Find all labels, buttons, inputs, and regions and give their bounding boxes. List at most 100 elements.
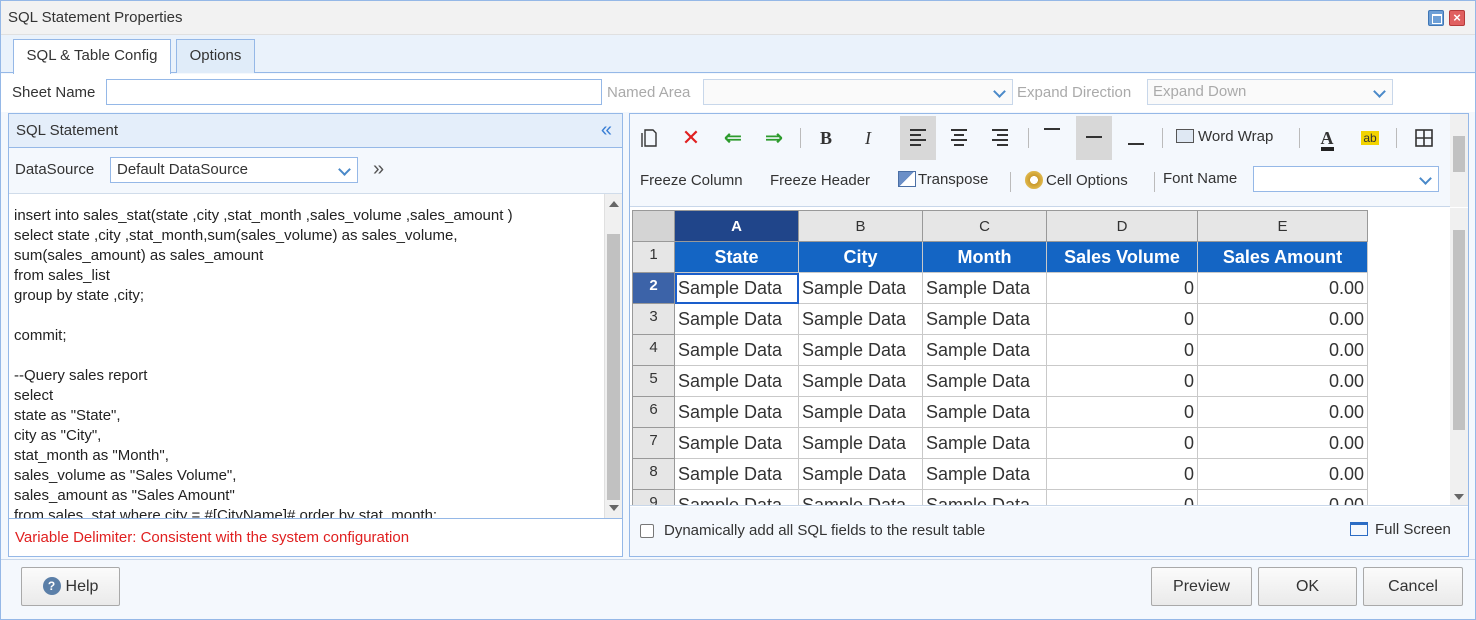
data-cell[interactable]: 0.00 — [1197, 334, 1368, 366]
expand-direction-select[interactable]: Expand Down — [1147, 79, 1393, 105]
expand-right-icon[interactable]: » — [373, 158, 384, 181]
data-cell[interactable]: 0 — [1046, 489, 1198, 505]
column-header-c[interactable]: C — [922, 210, 1047, 242]
scroll-thumb[interactable] — [607, 234, 620, 500]
fill-color-icon[interactable]: ab — [1352, 116, 1388, 160]
dynamic-fields-label[interactable]: Dynamically add all SQL fields to the re… — [664, 522, 985, 539]
data-cell[interactable]: Sample Data — [922, 334, 1047, 366]
font-name-select[interactable] — [1253, 166, 1439, 192]
row-header[interactable]: 5 — [632, 365, 675, 397]
dynamic-fields-checkbox[interactable] — [640, 524, 654, 538]
preview-button[interactable]: Preview — [1151, 567, 1252, 606]
sql-scrollbar[interactable] — [604, 194, 622, 518]
data-cell[interactable]: 0 — [1046, 365, 1198, 397]
maximize-icon[interactable] — [1428, 10, 1444, 26]
named-area-select[interactable] — [703, 79, 1013, 105]
data-cell[interactable]: 0.00 — [1197, 365, 1368, 397]
data-cell[interactable]: 0.00 — [1197, 458, 1368, 490]
arrow-left-icon[interactable]: ⇐ — [715, 116, 751, 160]
data-cell[interactable]: 0 — [1046, 427, 1198, 459]
header-cell[interactable]: Month — [922, 241, 1047, 273]
data-cell[interactable]: Sample Data — [922, 396, 1047, 428]
data-cell[interactable]: 0.00 — [1197, 272, 1368, 304]
data-cell[interactable]: Sample Data — [798, 334, 923, 366]
row-header[interactable]: 1 — [632, 241, 675, 273]
valign-middle-icon[interactable] — [1076, 116, 1112, 160]
sql-editor[interactable]: insert into sales_stat(state ,city ,stat… — [9, 194, 622, 519]
toolbar-scrollbar[interactable] — [1450, 114, 1468, 207]
border-icon[interactable] — [1406, 116, 1442, 160]
data-cell[interactable]: Sample Data — [674, 334, 799, 366]
data-cell[interactable]: Sample Data — [798, 427, 923, 459]
row-header[interactable]: 8 — [632, 458, 675, 490]
arrow-right-icon[interactable]: ⇒ — [756, 116, 792, 160]
tab-options[interactable]: Options — [176, 39, 255, 73]
align-center-icon[interactable] — [941, 116, 977, 160]
scroll-down-icon[interactable] — [609, 505, 619, 511]
data-cell[interactable]: Sample Data — [798, 365, 923, 397]
row-header[interactable]: 3 — [632, 303, 675, 335]
insert-icon[interactable] — [632, 116, 668, 160]
data-cell[interactable]: 0 — [1046, 396, 1198, 428]
valign-bottom-icon[interactable] — [1118, 116, 1154, 160]
column-header-d[interactable]: D — [1046, 210, 1198, 242]
word-wrap-button[interactable]: Word Wrap — [1176, 128, 1273, 145]
tab-sql-table-config[interactable]: SQL & Table Config — [13, 39, 171, 74]
data-cell[interactable]: Sample Data — [922, 427, 1047, 459]
full-screen-button[interactable]: Full Screen — [1350, 521, 1451, 538]
data-cell[interactable]: Sample Data — [674, 458, 799, 490]
column-header-b[interactable]: B — [798, 210, 923, 242]
row-header[interactable]: 9 — [632, 489, 675, 505]
row-header[interactable]: 6 — [632, 396, 675, 428]
data-cell[interactable]: Sample Data — [674, 272, 799, 304]
data-cell[interactable]: Sample Data — [922, 272, 1047, 304]
ok-button[interactable]: OK — [1258, 567, 1357, 606]
data-cell[interactable]: Sample Data — [798, 303, 923, 335]
scroll-thumb[interactable] — [1453, 136, 1465, 172]
bold-icon[interactable]: B — [808, 116, 844, 160]
cell-options-button[interactable]: Cell Options — [1025, 171, 1128, 189]
row-header[interactable]: 7 — [632, 427, 675, 459]
sql-text[interactable]: insert into sales_stat(state ,city ,stat… — [14, 194, 513, 518]
scroll-up-icon[interactable] — [609, 201, 619, 207]
grid-scrollbar[interactable] — [1450, 208, 1468, 505]
header-cell[interactable]: State — [674, 241, 799, 273]
align-right-icon[interactable] — [982, 116, 1018, 160]
valign-top-icon[interactable] — [1034, 116, 1070, 160]
data-cell[interactable]: 0 — [1046, 303, 1198, 335]
data-cell[interactable]: Sample Data — [922, 489, 1047, 505]
data-cell[interactable]: Sample Data — [922, 458, 1047, 490]
row-header[interactable]: 4 — [632, 334, 675, 366]
data-cell[interactable]: Sample Data — [674, 303, 799, 335]
collapse-left-icon[interactable]: « — [601, 119, 612, 142]
font-color-icon[interactable]: A — [1309, 116, 1345, 160]
align-left-icon[interactable] — [900, 116, 936, 160]
data-cell[interactable]: 0 — [1046, 334, 1198, 366]
transpose-button[interactable]: Transpose — [898, 171, 988, 188]
data-cell[interactable]: Sample Data — [798, 458, 923, 490]
data-cell[interactable]: Sample Data — [798, 272, 923, 304]
data-cell[interactable]: Sample Data — [922, 365, 1047, 397]
data-cell[interactable]: 0.00 — [1197, 396, 1368, 428]
cancel-button[interactable]: Cancel — [1363, 567, 1463, 606]
data-cell[interactable]: Sample Data — [798, 396, 923, 428]
row-header[interactable]: 2 — [632, 272, 675, 304]
header-cell[interactable]: City — [798, 241, 923, 273]
sheet-name-input[interactable] — [106, 79, 602, 105]
data-cell[interactable]: Sample Data — [798, 489, 923, 505]
scroll-thumb[interactable] — [1453, 230, 1465, 430]
grid-corner[interactable] — [632, 210, 675, 242]
data-cell[interactable]: Sample Data — [674, 365, 799, 397]
close-icon[interactable]: × — [1449, 10, 1465, 26]
data-cell[interactable]: Sample Data — [674, 427, 799, 459]
data-cell[interactable]: Sample Data — [922, 303, 1047, 335]
data-cell[interactable]: Sample Data — [674, 489, 799, 505]
italic-icon[interactable]: I — [850, 116, 886, 160]
data-cell[interactable]: 0.00 — [1197, 427, 1368, 459]
freeze-header-button[interactable]: Freeze Header — [770, 172, 870, 189]
scroll-down-icon[interactable] — [1454, 494, 1464, 500]
data-cell[interactable]: 0.00 — [1197, 303, 1368, 335]
delete-icon[interactable]: ✕ — [673, 116, 709, 160]
column-header-e[interactable]: E — [1197, 210, 1368, 242]
data-cell[interactable]: 0 — [1046, 272, 1198, 304]
